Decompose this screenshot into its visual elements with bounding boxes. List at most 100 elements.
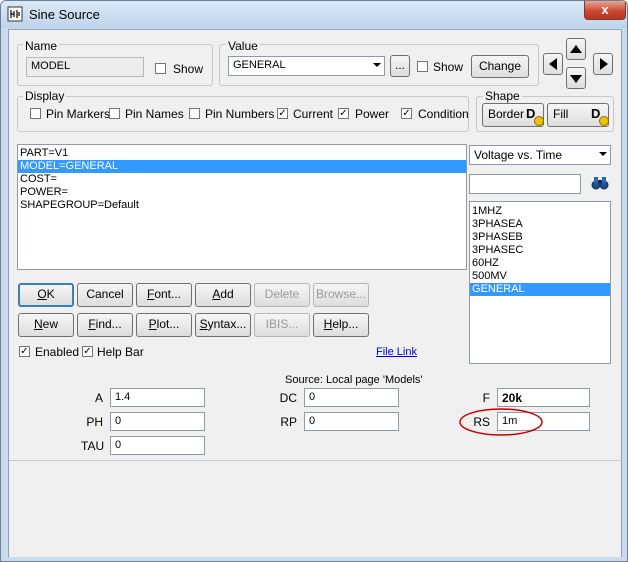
attribute-item-selected[interactable]: MODEL=GENERAL: [18, 160, 466, 173]
help-bar-label: Help Bar: [97, 345, 144, 359]
app-icon: [7, 6, 23, 22]
sine-source-dialog: Sine Source x Name MODEL Show Value GENE…: [0, 0, 628, 562]
param-a-input[interactable]: 1.4: [110, 388, 205, 407]
param-f-label: F: [482, 391, 490, 405]
param-rp-label: RP: [280, 415, 297, 429]
condition-label: Condition: [418, 107, 469, 121]
value-show-checkbox[interactable]: [417, 61, 428, 72]
fill-button[interactable]: Fill D: [547, 103, 609, 127]
dialog-client: Name MODEL Show Value GENERAL ... Show C…: [8, 29, 622, 557]
fill-button-label: Fill: [553, 107, 569, 121]
arrow-down-icon: [570, 75, 582, 83]
current-label: Current: [293, 107, 334, 121]
param-ph-input[interactable]: 0: [110, 412, 205, 431]
border-button-label: Border: [488, 107, 525, 121]
model-item[interactable]: 3PHASEC: [470, 244, 610, 257]
title-bar[interactable]: Sine Source x: [1, 1, 627, 28]
move-up-button[interactable]: [566, 38, 586, 60]
chevron-down-icon: [373, 63, 381, 67]
enabled-checkbox[interactable]: ✓: [19, 346, 30, 357]
border-button[interactable]: Border D: [482, 103, 544, 127]
plot-rest: lot...: [156, 317, 180, 331]
font-rest: ont...: [154, 287, 182, 301]
pin-numbers-label: Pin Numbers: [205, 107, 275, 121]
new-rest: ew: [42, 317, 58, 331]
model-item[interactable]: 500MV: [470, 270, 610, 283]
arrow-up-icon: [570, 45, 582, 53]
current-checkbox[interactable]: ✓: [277, 108, 288, 119]
pin-names-label: Pin Names: [125, 107, 184, 121]
browse-button[interactable]: Browse...: [313, 283, 369, 307]
value-show-label: Show: [433, 60, 464, 74]
syntax-button[interactable]: Syntax...: [195, 313, 251, 337]
delete-button[interactable]: Delete: [254, 283, 310, 307]
add-button[interactable]: Add: [195, 283, 251, 307]
close-icon: x: [601, 2, 609, 17]
plot-type-text: Voltage vs. Time: [474, 148, 563, 162]
param-dc-label: DC: [279, 391, 297, 405]
attribute-item[interactable]: POWER=: [18, 186, 466, 199]
close-button[interactable]: x: [584, 1, 626, 20]
pin-numbers-checkbox[interactable]: [189, 108, 200, 119]
move-down-button[interactable]: [566, 67, 586, 89]
pin-markers-checkbox[interactable]: [30, 108, 41, 119]
new-button[interactable]: New: [18, 313, 74, 337]
move-right-button[interactable]: [593, 53, 613, 75]
cancel-button[interactable]: Cancel: [77, 283, 133, 307]
arrow-left-icon: [549, 58, 557, 70]
display-group-label: Display: [23, 89, 67, 103]
help-bar-checkbox[interactable]: ✓: [82, 346, 93, 357]
find-key: F: [88, 317, 96, 331]
value-select-text: GENERAL: [233, 59, 286, 71]
model-item[interactable]: 3PHASEA: [470, 218, 610, 231]
change-button[interactable]: Change: [471, 55, 529, 78]
chevron-down-icon: [599, 152, 607, 156]
shape-group-label: Shape: [483, 89, 522, 103]
model-item-selected[interactable]: GENERAL: [470, 283, 610, 296]
model-list[interactable]: 1MHZ 3PHASEA 3PHASEB 3PHASEC 60HZ 500MV …: [469, 201, 611, 364]
ibis-button[interactable]: IBIS...: [254, 313, 310, 337]
highlight-ellipse: [459, 408, 543, 436]
condition-checkbox[interactable]: ✓: [401, 108, 412, 119]
binoculars-icon[interactable]: [590, 175, 610, 191]
syntax-rest: yntax...: [207, 317, 247, 331]
model-item[interactable]: 3PHASEB: [470, 231, 610, 244]
power-label: Power: [355, 107, 390, 121]
find-rest: ind...: [95, 317, 122, 331]
syntax-key: S: [199, 317, 208, 331]
help-button[interactable]: Help...: [313, 313, 369, 337]
param-tau-input[interactable]: 0: [110, 436, 205, 455]
font-button[interactable]: Font...: [136, 283, 192, 307]
name-field[interactable]: MODEL: [26, 57, 144, 77]
move-left-button[interactable]: [543, 53, 563, 75]
model-item[interactable]: 60HZ: [470, 257, 610, 270]
smiley-icon: [534, 116, 544, 126]
arrow-right-icon: [600, 58, 608, 70]
model-search-input[interactable]: [469, 174, 581, 194]
model-item[interactable]: 1MHZ: [470, 205, 610, 218]
ellipsis-button[interactable]: ...: [390, 55, 410, 77]
name-show-label: Show: [173, 62, 204, 76]
param-rp-input[interactable]: 0: [304, 412, 399, 431]
new-key: N: [33, 317, 43, 331]
pin-names-checkbox[interactable]: [109, 108, 120, 119]
attribute-list[interactable]: PART=V1 MODEL=GENERAL COST= POWER= SHAPE…: [17, 144, 467, 270]
help-bar-panel: [9, 460, 621, 557]
attribute-item[interactable]: SHAPEGROUP=Default: [18, 199, 466, 212]
power-checkbox[interactable]: ✓: [338, 108, 349, 119]
attribute-item[interactable]: PART=V1: [18, 147, 466, 160]
param-tau-label: TAU: [81, 439, 105, 453]
value-select[interactable]: GENERAL: [228, 56, 385, 76]
attribute-item[interactable]: COST=: [18, 173, 466, 186]
file-link[interactable]: File Link: [376, 346, 417, 358]
find-button[interactable]: Find...: [77, 313, 133, 337]
plot-button[interactable]: Plot...: [136, 313, 192, 337]
ok-key: O: [37, 287, 47, 301]
param-dc-input[interactable]: 0: [304, 388, 399, 407]
source-note: Source: Local page 'Models': [285, 374, 423, 386]
enabled-label: Enabled: [35, 345, 80, 359]
param-f-input[interactable]: 20k: [497, 388, 590, 407]
plot-type-select[interactable]: Voltage vs. Time: [469, 145, 611, 165]
name-show-checkbox[interactable]: [155, 63, 166, 74]
ok-button[interactable]: OK: [18, 283, 74, 307]
